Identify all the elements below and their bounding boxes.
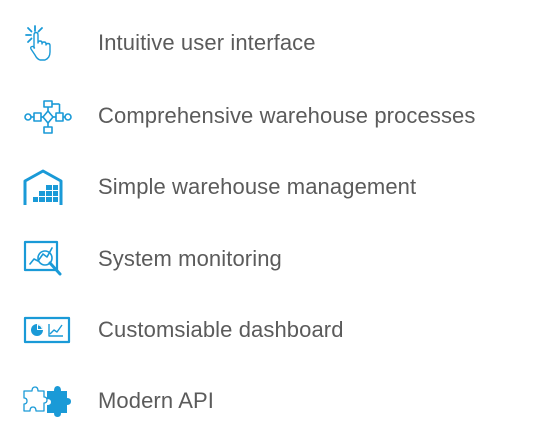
feature-label: System monitoring <box>98 246 282 271</box>
puzzle-piece-icon <box>22 381 72 421</box>
feature-label: Customsiable dashboard <box>98 317 344 342</box>
feature-item-intuitive-ui: Intuitive user interface <box>0 19 557 67</box>
feature-item-warehouse-processes: Comprehensive warehouse processes <box>0 92 557 140</box>
feature-label: Simple warehouse management <box>98 174 417 199</box>
dashboard-icon <box>22 310 72 350</box>
feature-label: Intuitive user interface <box>98 30 316 55</box>
feature-item-dashboard: Customsiable dashboard <box>0 306 557 354</box>
feature-item-modern-api: Modern API <box>0 377 557 425</box>
feature-label: Comprehensive warehouse processes <box>98 103 476 128</box>
warehouse-icon <box>22 167 72 207</box>
feature-item-system-monitoring: System monitoring <box>0 235 557 283</box>
feature-label: Modern API <box>98 388 214 413</box>
pointer-hand-icon <box>22 23 72 63</box>
process-flowchart-icon <box>22 96 72 136</box>
monitoring-magnifier-icon <box>22 239 72 279</box>
feature-list: Intuitive user interface Comprehensive w… <box>0 0 557 417</box>
feature-item-warehouse-management: Simple warehouse management <box>0 163 557 211</box>
